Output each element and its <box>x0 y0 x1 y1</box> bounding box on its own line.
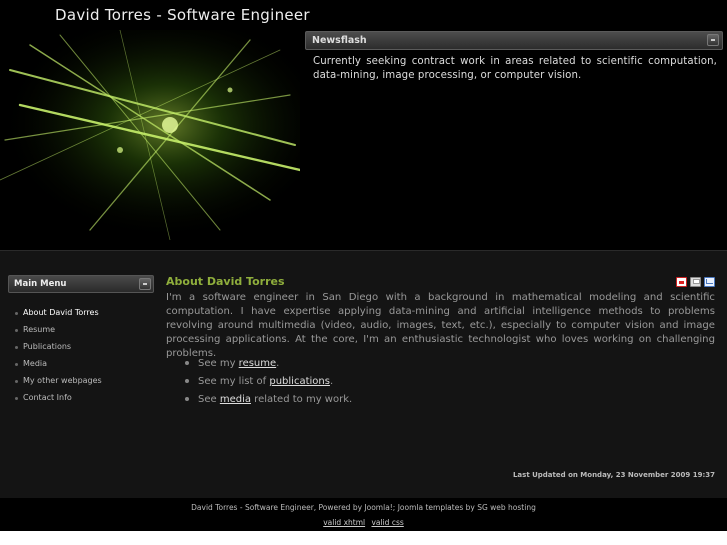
pdf-icon[interactable] <box>676 277 687 287</box>
list-item: See my list of publications. <box>184 375 352 393</box>
article-link-list: See my resume. See my list of publicatio… <box>184 357 352 411</box>
site-title[interactable]: David Torres - Software Engineer <box>55 6 310 24</box>
menu-item-publications[interactable]: Publications <box>14 341 102 358</box>
valid-css-link[interactable]: valid css <box>371 518 403 527</box>
newsflash-text: Currently seeking contract work in areas… <box>313 56 717 81</box>
menu-item-about[interactable]: About David Torres <box>14 307 102 324</box>
main-menu: About David Torres Resume Publications M… <box>14 307 102 409</box>
menu-item-other-webpages[interactable]: My other webpages <box>14 375 102 392</box>
last-updated: Last Updated on Monday, 23 November 2009… <box>512 471 715 479</box>
menu-item-contact[interactable]: Contact Info <box>14 392 102 409</box>
newsflash-header: Newsflash <box>305 31 723 50</box>
email-icon[interactable] <box>704 277 715 287</box>
page-bottom-strip <box>0 531 727 545</box>
list-item: See media related to my work. <box>184 393 352 411</box>
main-menu-header: Main Menu <box>8 275 154 293</box>
publications-link[interactable]: publications <box>269 376 330 387</box>
collapse-icon[interactable] <box>139 278 151 290</box>
main-menu-title: Main Menu <box>14 279 67 289</box>
header: David Torres - Software Engineer Newsfla… <box>0 0 727 250</box>
header-light-flare-image <box>0 30 300 240</box>
article-title: About David Torres <box>166 275 285 288</box>
valid-xhtml-link[interactable]: valid xhtml <box>323 518 365 527</box>
article-body: I'm a software engineer in San Diego wit… <box>166 292 715 359</box>
media-link[interactable]: media <box>220 394 251 405</box>
print-icon[interactable] <box>690 277 701 287</box>
menu-item-media[interactable]: Media <box>14 358 102 375</box>
article-tools <box>676 277 715 287</box>
collapse-icon[interactable] <box>707 34 719 46</box>
list-item: See my resume. <box>184 357 352 375</box>
footer-text: David Torres - Software Engineer, Powere… <box>191 503 536 512</box>
main-content: Main Menu About David Torres Resume Publ… <box>0 250 727 498</box>
footer-links: valid xhtml valid css <box>0 518 727 527</box>
newsflash-title: Newsflash <box>312 35 367 46</box>
menu-item-resume[interactable]: Resume <box>14 324 102 341</box>
resume-link[interactable]: resume <box>239 358 277 369</box>
footer: David Torres - Software Engineer, Powere… <box>0 498 727 531</box>
